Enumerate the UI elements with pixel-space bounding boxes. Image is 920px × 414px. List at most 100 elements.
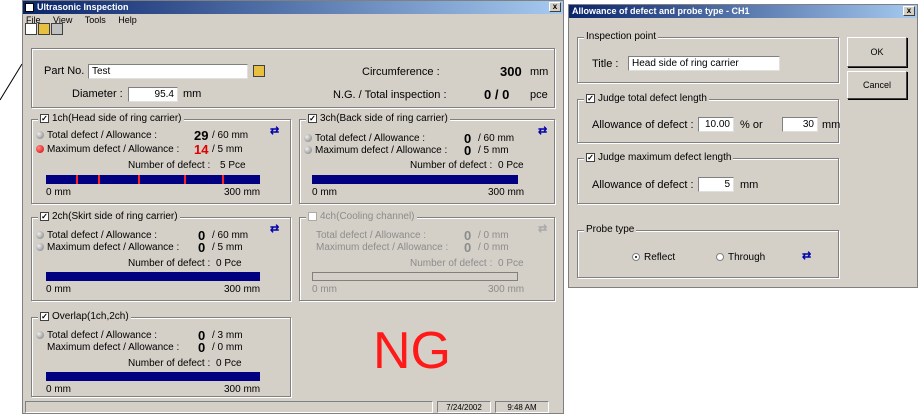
ch3-title: 3ch(Back side of ring carrier)	[320, 113, 448, 124]
ch1-title: 1ch(Head side of ring carrier)	[52, 113, 182, 124]
circumference-unit: mm	[530, 66, 549, 78]
ch1-axis-start: 0 mm	[46, 187, 71, 198]
ch2-checkbox[interactable]: ✓	[40, 212, 49, 221]
ch4-axis-end: 300 mm	[488, 284, 525, 295]
ch3-count-label: Number of defect :	[410, 160, 493, 171]
overlap-axis-start: 0 mm	[46, 384, 71, 395]
probe-type-label: Probe type	[584, 224, 637, 235]
ch2-header: ✓ 2ch(Skirt side of ring carrier)	[38, 211, 180, 222]
ch3-count-value: 0 Pce	[498, 160, 524, 171]
ch2-defect-bar	[46, 272, 260, 281]
ch1-max-value: 14	[194, 142, 209, 157]
cancel-button[interactable]: Cancel	[847, 71, 907, 99]
status-dot-icon	[36, 231, 44, 240]
judge-total-checkbox[interactable]: ✓	[586, 94, 595, 103]
through-radio[interactable]: Through	[716, 252, 765, 263]
ch1-total-label: Total defect / Allowance :	[36, 130, 157, 141]
ch4-title: 4ch(Cooling channel)	[320, 211, 415, 222]
ch1-axis-end: 300 mm	[224, 187, 261, 198]
ch3-total-allow: / 60 mm	[478, 133, 515, 144]
status-dot-icon	[36, 331, 44, 340]
judge-max-checkbox[interactable]: ✓	[586, 153, 595, 162]
ch2-total-label: Total defect / Allowance :	[36, 230, 157, 241]
app-icon	[25, 3, 34, 12]
menu-help[interactable]: Help	[118, 15, 137, 25]
ch3-panel: ✓ 3ch(Back side of ring carrier) ⇄ Total …	[299, 113, 555, 204]
dialog-close-button[interactable]: x	[903, 6, 915, 16]
allowance-pct-input[interactable]: 10.00	[698, 117, 734, 132]
overlap-defect-bar	[46, 372, 260, 381]
allowance-mm-unit: mm	[822, 119, 841, 131]
ch4-max-label: Maximum defect / Allowance :	[316, 242, 449, 253]
overlap-header: ✓ Overlap(1ch,2ch)	[38, 311, 131, 322]
ch4-max-allow: / 0 mm	[478, 242, 509, 253]
ch3-axis-start: 0 mm	[312, 187, 337, 198]
ng-total-unit: pce	[530, 89, 548, 101]
overlap-title: Overlap(1ch,2ch)	[52, 311, 129, 322]
allowance-max-unit: mm	[740, 179, 759, 191]
ch1-max-allow: / 5 mm	[212, 144, 243, 155]
open-folder-icon[interactable]	[38, 23, 50, 35]
browse-folder-icon[interactable]	[253, 65, 265, 77]
overlap-axis-end: 300 mm	[224, 384, 261, 395]
ch3-max-label: Maximum defect / Allowance :	[304, 145, 447, 156]
inspection-point-label: Inspection point	[584, 31, 659, 42]
ch1-checkbox[interactable]: ✓	[40, 114, 49, 123]
probe-type-group: Probe type Reflect Through ⇄	[577, 224, 839, 278]
overlap-max-value: 0	[198, 340, 206, 355]
new-file-icon[interactable]	[25, 23, 37, 35]
judge-total-header: ✓ Judge total defect length	[584, 93, 709, 104]
judge-max-header: ✓ Judge maximum defect length	[584, 152, 734, 163]
menu-tools[interactable]: Tools	[85, 15, 106, 25]
ch3-checkbox[interactable]: ✓	[308, 114, 317, 123]
ng-total-value: 0 / 0	[484, 87, 510, 102]
ch2-max-label: Maximum defect / Allowance :	[36, 242, 179, 253]
status-pane-main	[25, 401, 433, 413]
overlap-checkbox[interactable]: ✓	[40, 312, 49, 321]
status-dot-icon	[304, 146, 312, 155]
diameter-input[interactable]: 95.4	[128, 87, 178, 102]
ch1-count-label: Number of defect :	[128, 160, 211, 171]
ch3-header: ✓ 3ch(Back side of ring carrier)	[306, 113, 450, 124]
allowance-mm-input[interactable]: 30	[782, 117, 818, 132]
probe-settings-icon[interactable]: ⇄	[270, 223, 282, 235]
title-input[interactable]: Head side of ring carrier	[628, 56, 780, 71]
overlap-panel: ✓ Overlap(1ch,2ch) Total defect / Allowan…	[31, 311, 291, 397]
status-dot-icon	[36, 243, 44, 252]
ch4-header: 4ch(Cooling channel)	[306, 211, 417, 222]
ch3-defect-bar	[312, 175, 518, 184]
alarm-dot-icon	[36, 145, 44, 154]
title-label: Title :	[592, 58, 619, 70]
result-text: NG	[373, 322, 451, 380]
allowance-label: Allowance of defect :	[592, 119, 694, 131]
ch1-panel: ✓ 1ch(Head side of ring carrier) Total de…	[31, 113, 291, 204]
reflect-radio[interactable]: Reflect	[632, 252, 675, 263]
defect-mark	[138, 175, 140, 184]
part-no-label: Part No.	[44, 65, 85, 77]
radio-selected-icon	[632, 253, 640, 262]
probe-settings-icon[interactable]: ⇄	[538, 125, 550, 137]
allowance-max-label: Allowance of defect :	[592, 179, 694, 191]
ch2-axis-start: 0 mm	[46, 284, 71, 295]
ch4-defect-bar	[312, 272, 518, 281]
radio-empty-icon	[716, 253, 724, 262]
probe-settings-icon[interactable]: ⇄	[270, 125, 282, 137]
ch2-axis-end: 300 mm	[224, 284, 261, 295]
ch4-axis-start: 0 mm	[312, 284, 337, 295]
ch3-max-allow: / 5 mm	[478, 145, 509, 156]
ch4-panel: 4ch(Cooling channel) ⇄ Total defect / Al…	[299, 211, 555, 301]
inspection-point-group: Inspection point Title : Head side of ri…	[577, 31, 839, 83]
overlap-count-label: Number of defect :	[128, 358, 211, 369]
diameter-label: Diameter :	[72, 88, 123, 100]
ch2-title: 2ch(Skirt side of ring carrier)	[52, 211, 178, 222]
ch4-checkbox[interactable]	[308, 212, 317, 221]
dialog-titlebar: Allowance of defect and probe type - CH1…	[569, 5, 917, 18]
overlap-max-label: Maximum defect / Allowance :	[47, 342, 180, 353]
save-disk-icon[interactable]	[51, 23, 63, 35]
allowance-max-input[interactable]: 5	[698, 177, 734, 192]
ch2-max-allow: / 5 mm	[212, 242, 243, 253]
part-no-input[interactable]: Test	[88, 64, 248, 79]
ch1-defect-bar	[46, 175, 260, 184]
close-button[interactable]: x	[549, 2, 561, 12]
ok-button[interactable]: OK	[847, 37, 907, 67]
